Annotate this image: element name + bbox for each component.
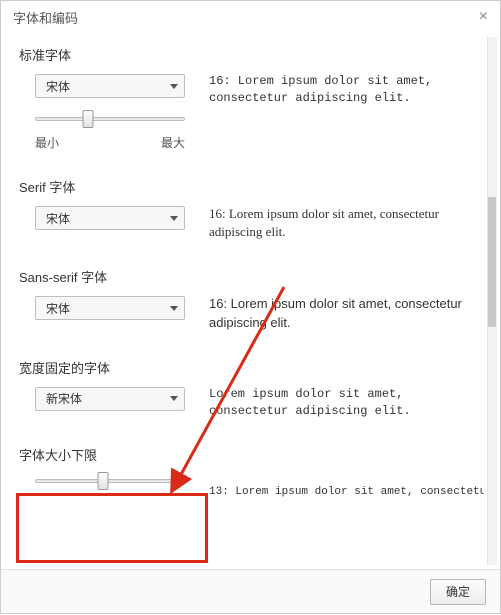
fixed-font-label: 宽度固定的字体 <box>19 358 209 377</box>
standard-font-label: 标准字体 <box>19 45 209 64</box>
slider-max-label: 最大 <box>161 134 185 151</box>
sans-font-sample: 16: Lorem ipsum dolor sit amet, consecte… <box>209 267 484 331</box>
close-icon[interactable]: × <box>479 9 488 25</box>
serif-font-select[interactable]: 宋体 <box>35 206 185 230</box>
slider-thumb[interactable] <box>97 472 108 490</box>
fonts-encoding-dialog: 字体和编码 × 标准字体 宋体 最小 最大 <box>0 0 501 614</box>
slider-thumb[interactable] <box>82 110 93 128</box>
standard-font-selected: 宋体 <box>46 78 70 95</box>
slider-labels: 最小 最大 <box>35 134 185 151</box>
chevron-down-icon <box>170 84 178 89</box>
slider-track <box>35 117 185 121</box>
standard-font-size-slider[interactable] <box>35 112 185 126</box>
sans-font-selected: 宋体 <box>46 300 70 317</box>
sans-font-label: Sans-serif 字体 <box>19 267 209 286</box>
serif-font-label: Serif 字体 <box>19 177 209 196</box>
fixed-font-select[interactable]: 新宋体 <box>35 387 185 411</box>
chevron-down-icon <box>170 306 178 311</box>
scrollbar-thumb[interactable] <box>488 197 496 327</box>
chevron-down-icon <box>170 396 178 401</box>
chevron-down-icon <box>170 216 178 221</box>
section-sans-font: Sans-serif 字体 宋体 16: Lorem ipsum dolor s… <box>19 267 484 331</box>
ok-button[interactable]: 确定 <box>430 579 486 605</box>
section-min-font-size: 字体大小下限 13: Lorem ipsum dolor sit amet, c… <box>19 445 484 500</box>
standard-font-sample: 16: Lorem ipsum dolor sit amet, consecte… <box>209 45 484 107</box>
dialog-body: 标准字体 宋体 最小 最大 16: Lorem ipsum dolor <box>1 33 484 569</box>
dialog-title: 字体和编码 <box>13 8 78 27</box>
dialog-header: 字体和编码 × <box>1 1 500 33</box>
serif-font-selected: 宋体 <box>46 210 70 227</box>
sans-font-select[interactable]: 宋体 <box>35 296 185 320</box>
vertical-scrollbar[interactable] <box>486 37 498 565</box>
section-fixed-font: 宽度固定的字体 新宋体 Lorem ipsum dolor sit amet, … <box>19 358 484 420</box>
min-font-size-sample: 13: Lorem ipsum dolor sit amet, consecte… <box>209 445 484 500</box>
fixed-font-selected: 新宋体 <box>46 390 82 407</box>
min-font-size-slider[interactable] <box>35 474 185 488</box>
section-serif-font: Serif 字体 宋体 16: Lorem ipsum dolor sit am… <box>19 177 484 241</box>
standard-font-select[interactable]: 宋体 <box>35 74 185 98</box>
serif-font-sample: 16: Lorem ipsum dolor sit amet, consecte… <box>209 177 484 241</box>
min-font-size-label: 字体大小下限 <box>19 445 209 464</box>
slider-track <box>35 479 185 483</box>
fixed-font-sample: Lorem ipsum dolor sit amet, consectetur … <box>209 358 484 420</box>
dialog-footer: 确定 <box>1 569 500 613</box>
slider-min-label: 最小 <box>35 134 59 151</box>
section-standard-font: 标准字体 宋体 最小 最大 16: Lorem ipsum dolor <box>19 45 484 151</box>
